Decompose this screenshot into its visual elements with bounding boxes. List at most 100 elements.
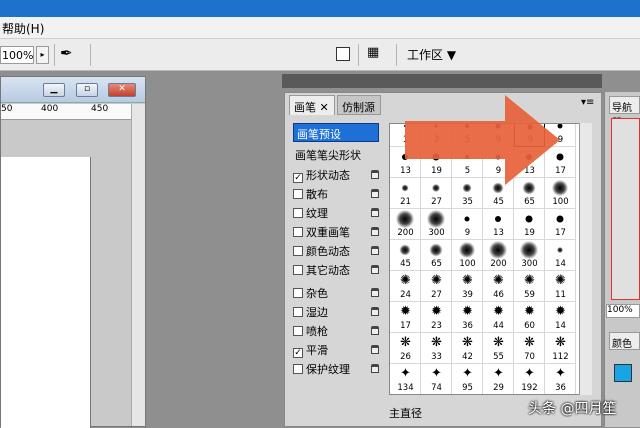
brush-preset-cell[interactable]: 65 [421,240,452,271]
checkbox[interactable] [293,364,303,374]
brush-preset-cell[interactable]: ✦ 74 [421,364,452,394]
palette-toggle-icon[interactable] [336,47,350,61]
brush-preset-cell[interactable]: ❋ 112 [545,333,576,364]
brush-option-label: 平滑 [306,344,328,357]
brush-preset-cell[interactable]: ✦ 192 [514,364,545,394]
brush-preset-cell[interactable]: ❋ 70 [514,333,545,364]
lock-icon[interactable] [371,326,379,335]
workspace-dropdown[interactable]: 工作区 ▼ [407,46,456,64]
brush-tip-shape-item[interactable]: 画笔笔尖形状 [293,147,361,166]
checkbox[interactable] [293,288,303,298]
tab-brush[interactable]: 画笔 ✕ [289,95,335,115]
brush-option-item[interactable]: 湿边 [293,304,379,323]
lock-icon[interactable] [371,208,379,217]
brush-option-item[interactable]: 纹理 [293,205,379,224]
checkbox[interactable] [293,246,303,256]
panel-header-strip [282,74,602,88]
zoom-input[interactable]: 100% [0,46,34,64]
brush-preset-cell[interactable]: 200 [483,240,514,271]
brush-preset-cell[interactable]: ✺ 27 [421,271,452,302]
foreground-color-swatch[interactable] [614,364,632,382]
brush-preset-cell[interactable]: ✺ 39 [452,271,483,302]
tab-navigator[interactable]: 导航器 [609,96,640,129]
brush-tip-icon: ✺ [462,273,473,288]
brush-preset-cell[interactable]: ✺ 59 [514,271,545,302]
menu-help[interactable]: 帮助(H) [2,20,44,37]
lock-icon[interactable] [371,307,379,316]
brush-option-item[interactable]: 杂色 [293,285,379,304]
brush-option-item[interactable]: 颜色动态 [293,243,379,262]
maximize-icon[interactable]: ▫ [76,83,98,97]
brush-preset-cell[interactable]: ✦ 29 [483,364,514,394]
brush-preset-cell[interactable]: 19 [514,209,545,240]
brush-preset-cell[interactable]: ❋ 33 [421,333,452,364]
brush-preset-cell[interactable]: ❋ 55 [483,333,514,364]
panel-menu-icon[interactable]: ▾≡ [581,97,594,108]
brush-option-item[interactable]: ✓ 形状动态 [293,167,379,186]
brush-preset-cell[interactable]: ✹ 17 [390,302,421,333]
tab-color[interactable]: 颜色 [609,332,640,350]
lock-icon[interactable] [371,189,379,198]
airbrush-icon[interactable]: ✒ [60,44,82,66]
brush-option-item[interactable]: 双重画笔 [293,224,379,243]
brush-preset-cell[interactable]: 100 [452,240,483,271]
lock-icon[interactable] [371,265,379,274]
brush-preset-cell[interactable]: ✺ 11 [545,271,576,302]
brush-preset-cell[interactable]: ❋ 42 [452,333,483,364]
brush-preset-cell[interactable]: 200 [390,209,421,240]
brush-preset-cell[interactable]: ✹ 60 [514,302,545,333]
brush-preset-cell[interactable]: ✺ 24 [390,271,421,302]
document-icon[interactable]: ▦ [367,45,387,63]
checkbox-checked[interactable]: ✓ [293,173,303,183]
brush-preset-cell[interactable]: ✹ 44 [483,302,514,333]
brush-preset-cell[interactable]: ✺ 46 [483,271,514,302]
brush-preset-cell[interactable]: 17 [545,209,576,240]
checkbox[interactable] [293,265,303,275]
checkbox-checked[interactable]: ✓ [293,348,303,358]
lock-icon[interactable] [371,288,379,297]
brush-presets-item[interactable]: 画笔预设 [293,123,379,142]
close-icon[interactable]: ✕ [108,83,136,97]
brush-tip-icon [432,184,440,192]
brush-tip-icon: ❋ [462,335,473,350]
tab-clone-source[interactable]: 仿制源 [337,95,381,115]
brush-preset-cell[interactable]: 300 [514,240,545,271]
brush-size-label: 14 [555,259,566,269]
minimize-icon[interactable]: ▁ [43,83,65,97]
brush-preset-cell[interactable]: ❋ 26 [390,333,421,364]
checkbox[interactable] [293,326,303,336]
navigator-zoom-input[interactable]: 100% [606,304,640,318]
brush-size-label: 19 [524,228,535,238]
brush-preset-cell[interactable]: 45 [390,240,421,271]
checkbox[interactable] [293,208,303,218]
navigator-preview[interactable] [611,118,640,300]
brush-preset-cell[interactable]: ✹ 36 [452,302,483,333]
brush-option-item[interactable]: 保护纹理 [293,361,379,380]
lock-icon[interactable] [371,170,379,179]
brush-preset-cell[interactable]: 14 [545,240,576,271]
brush-option-item[interactable]: 其它动态 [293,262,379,281]
checkbox[interactable] [293,307,303,317]
canvas[interactable] [1,157,91,428]
vertical-scrollbar[interactable] [131,104,145,426]
checkbox[interactable] [293,189,303,199]
brush-option-item[interactable]: ✓ 平滑 [293,342,379,361]
brush-preset-cell[interactable]: ✦ 36 [545,364,576,394]
brush-preset-cell[interactable]: ✦ 95 [452,364,483,394]
brush-preset-cell[interactable]: 300 [421,209,452,240]
lock-icon[interactable] [371,246,379,255]
brush-preset-cell[interactable]: ✦ 134 [390,364,421,394]
checkbox[interactable] [293,227,303,237]
lock-icon[interactable] [371,345,379,354]
brush-option-item[interactable]: 喷枪 [293,323,379,342]
brush-preset-cell[interactable]: 9 [452,209,483,240]
brush-tip-icon [464,216,470,222]
brush-option-item[interactable]: 散布 [293,186,379,205]
brush-preset-cell[interactable]: 13 [483,209,514,240]
brush-preset-cell[interactable]: ✹ 23 [421,302,452,333]
brush-preset-cell[interactable]: ✹ 14 [545,302,576,333]
lock-icon[interactable] [371,364,379,373]
zoom-dropdown-icon[interactable]: ▸ [36,46,49,64]
grid-scrollbar[interactable] [579,123,592,395]
lock-icon[interactable] [371,227,379,236]
